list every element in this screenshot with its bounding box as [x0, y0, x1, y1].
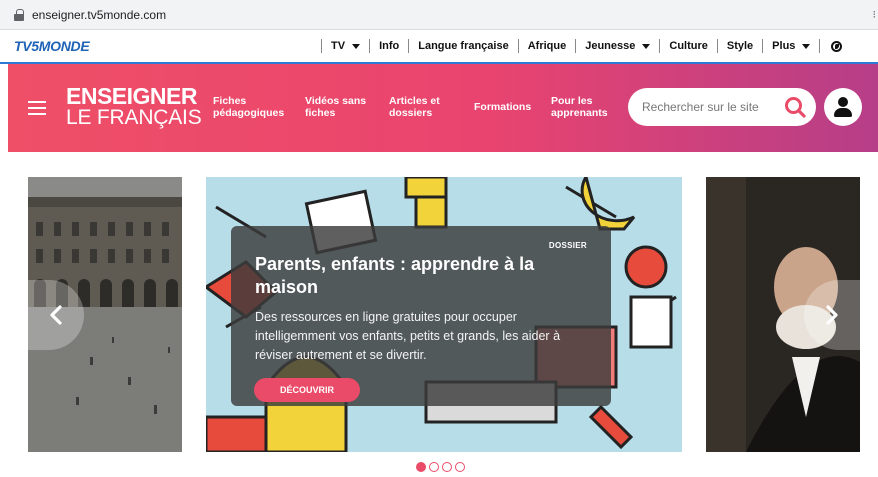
tv5-menu-style[interactable]: Style [727, 40, 753, 52]
user-icon [838, 97, 848, 107]
tv5-top-nav: TV5MONDE TV Info Langue française Afriqu… [0, 30, 878, 62]
discover-button[interactable]: DÉCOUVRIR [254, 378, 360, 402]
site-logo[interactable]: ENSEIGNER LE FRANÇAIS [66, 83, 202, 129]
tv5-menu-jeunesse[interactable]: Jeunesse [585, 40, 651, 52]
chevron-right-icon [826, 305, 838, 325]
chevron-left-icon [50, 305, 62, 325]
chevron-down-icon [352, 43, 361, 49]
browser-menu-icon[interactable]: ⁝ [873, 8, 877, 21]
tv5-menu-afrique[interactable]: Afrique [528, 40, 567, 52]
slide-description: Des ressources en ligne gratuites pour o… [255, 310, 561, 362]
slide-title[interactable]: Parents, enfants : apprendre à la maison [255, 253, 575, 299]
tv5-menu-plus[interactable]: Plus [772, 40, 811, 52]
search-box [628, 88, 816, 126]
site-header: ENSEIGNER LE FRANÇAIS Fiches pédagogique… [8, 64, 878, 152]
featured-dossier-card: DOSSIER Parents, enfants : apprendre à l… [231, 226, 611, 406]
carousel-dot-1[interactable] [416, 462, 426, 472]
tv5-menu-info[interactable]: Info [379, 40, 399, 52]
nav-videos-sans-fiches[interactable]: Vidéos sans fiches [305, 95, 366, 119]
carousel-pagination [416, 462, 468, 472]
search-icon[interactable] [784, 96, 806, 118]
tv5-menu-culture[interactable]: Culture [669, 40, 708, 52]
url-text[interactable]: enseigner.tv5monde.com [32, 8, 166, 22]
tv5-menu-langue-francaise[interactable]: Langue française [418, 40, 508, 52]
carousel-dot-4[interactable] [455, 462, 465, 472]
browser-url-bar[interactable]: enseigner.tv5monde.com ⁝ [0, 0, 878, 30]
category-tag: DOSSIER [548, 241, 587, 250]
nav-pour-les-apprenants[interactable]: Pour les apprenants [551, 95, 608, 119]
carousel-dot-2[interactable] [429, 462, 439, 472]
user-account-button[interactable] [824, 88, 862, 126]
chevron-down-icon [802, 43, 811, 49]
carousel-dot-3[interactable] [442, 462, 452, 472]
globe-icon[interactable] [831, 40, 843, 52]
lock-icon [14, 8, 24, 21]
tv5-menu: TV Info Langue française Afrique Jeuness… [312, 30, 843, 62]
tv5-menu-tv[interactable]: TV [331, 40, 361, 52]
site-logo-line1: ENSEIGNER [66, 83, 197, 109]
chevron-down-icon [642, 43, 651, 49]
tv5monde-logo[interactable]: TV5MONDE [14, 38, 90, 54]
site-logo-line2: LE FRANÇAIS [66, 106, 202, 129]
hamburger-menu-icon[interactable] [28, 101, 46, 115]
nav-articles-et-dossiers[interactable]: Articles et dossiers [389, 95, 440, 119]
nav-fiches-pedagogiques[interactable]: Fiches pédagogiques [213, 95, 284, 119]
nav-formations[interactable]: Formations [474, 101, 531, 113]
search-input[interactable] [642, 99, 772, 115]
